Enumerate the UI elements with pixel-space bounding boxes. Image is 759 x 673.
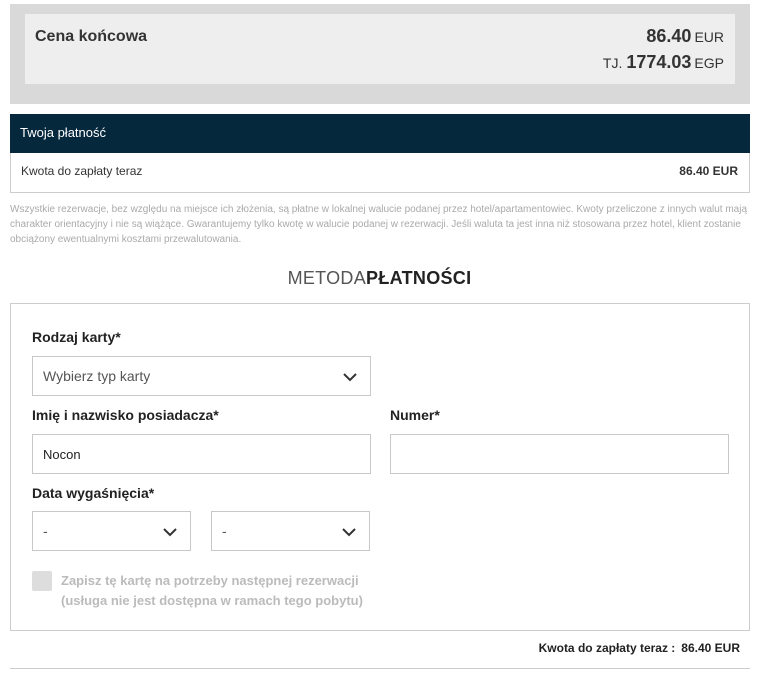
payment-form: Rodzaj karty* Wybierz typ karty Imię i n… [10,303,750,631]
card-type-label: Rodzaj karty* [32,329,121,345]
final-price-panel: Cena końcowa 86.40 EUR TJ. 1774.03 EGP [25,14,735,84]
save-card-label: Zapisz tę kartę na potrzeby następnej re… [61,571,363,611]
save-card-label-line2: (usługa nie jest dostępna w ramach tego … [61,593,363,608]
currency-disclaimer: Wszystkie rezerwacje, bez względu na mie… [10,204,748,245]
card-number-label: Numer* [390,407,440,423]
card-holder-input[interactable]: Nocon [32,434,371,474]
final-price-label: Cena końcowa [35,28,148,45]
card-type-select[interactable]: Wybierz typ karty [32,356,371,396]
footer-amount-due-value: 86.40 EUR [681,641,740,655]
footer-divider [10,668,750,669]
card-type-select-value: Wybierz typ karty [43,368,151,384]
card-holder-label: Imię i nazwisko posiadacza* [32,407,219,423]
payment-header: Twoja płatność [10,114,750,153]
chevron-down-icon [342,528,356,537]
save-card-label-line1: Zapisz tę kartę na potrzeby następnej re… [61,573,359,588]
amount-due-row: Kwota do zapłaty teraz 86.40 EUR [10,153,750,193]
expiry-month-value: - [43,523,48,539]
converted-price-currency: EGP [694,55,724,71]
final-price-amount: 86.40 EUR [646,26,724,47]
payment-method-title: METODAPŁATNOŚCI [0,268,759,289]
footer-amount-due-label: Kwota do zapłaty teraz : [538,641,676,655]
card-holder-value: Nocon [43,447,81,462]
final-price-section: Cena końcowa 86.40 EUR TJ. 1774.03 EGP [10,4,750,104]
chevron-down-icon [343,373,357,382]
expiry-year-value: - [222,523,227,539]
converted-price-value: 1774.03 [626,52,692,72]
card-number-input[interactable] [390,434,729,474]
footer-amount-due: Kwota do zapłaty teraz : 86.40 EUR [539,641,740,655]
expiry-date-label: Data wygaśnięcia* [32,485,155,501]
converted-price-prefix: TJ. [602,55,623,71]
save-card-checkbox[interactable] [32,571,52,591]
final-price-value: 86.40 [646,26,692,46]
final-price-currency: EUR [694,29,724,45]
amount-due-value: 86.40 EUR [679,164,738,178]
amount-due-label: Kwota do zapłaty teraz [21,164,143,178]
expiry-year-select[interactable]: - [211,511,370,551]
payment-method-title-bold: PŁATNOŚCI [366,268,472,288]
expiry-month-select[interactable]: - [32,511,191,551]
chevron-down-icon [163,528,177,537]
payment-header-title: Twoja płatność [20,125,106,140]
converted-price: TJ. 1774.03 EGP [603,52,724,73]
payment-method-title-light: METODA [287,268,367,288]
